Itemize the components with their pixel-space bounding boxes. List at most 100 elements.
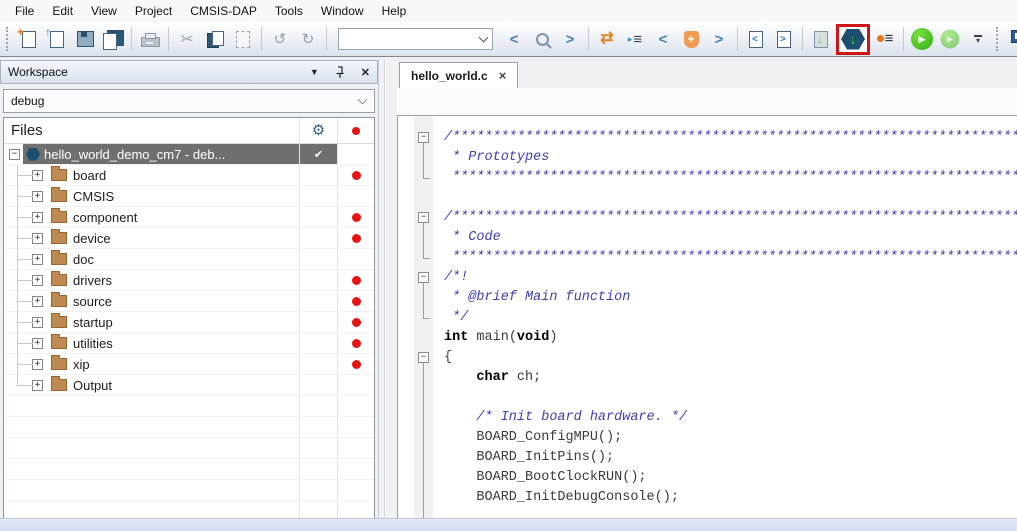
fold-collapse-box[interactable]: − <box>418 212 429 223</box>
download-and-debug-button[interactable]: ↓ <box>836 25 870 53</box>
menu-edit[interactable]: Edit <box>43 1 82 21</box>
fold-collapse-box[interactable]: − <box>418 272 429 283</box>
menu-window[interactable]: Window <box>312 1 373 21</box>
previous-document-icon: < <box>749 31 763 48</box>
fold-corner <box>423 318 430 319</box>
expand-box-icon[interactable]: + <box>32 275 43 286</box>
download-button[interactable]: ↓ <box>808 25 834 53</box>
panel-menu-button[interactable]: ▼ <box>310 67 319 77</box>
goto-function-button[interactable]: ▸ ≡ <box>622 25 648 53</box>
tree-row-main: +utilities <box>4 333 299 353</box>
fold-collapse-box[interactable]: − <box>418 132 429 143</box>
navigate-swap-button[interactable]: ⇄ <box>594 25 620 53</box>
next-document-button[interactable]: > <box>771 25 797 53</box>
options-column-header[interactable]: ⚙ <box>299 118 337 143</box>
expand-box-icon[interactable]: + <box>32 359 43 370</box>
folder-label: drivers <box>73 273 112 288</box>
tab-close-icon[interactable]: × <box>499 69 507 82</box>
tree-row-main: + drivers <box>4 270 299 290</box>
undo-button[interactable]: ↺ <box>267 25 293 53</box>
find-next-button[interactable]: > <box>557 25 583 53</box>
expand-box-icon[interactable]: + <box>32 191 43 202</box>
play-light-icon: ▶ <box>941 30 960 49</box>
tree-row-cmsis[interactable]: + CMSIS <box>4 186 374 207</box>
copy-button[interactable] <box>202 25 228 53</box>
previous-document-button[interactable]: < <box>743 25 769 53</box>
workspace-panel: Workspace ▼ ✕ debug Files ⚙ −he <box>0 60 378 531</box>
go-button[interactable]: ▶ <box>909 25 935 53</box>
tree-row-xip[interactable]: +xip <box>4 354 374 375</box>
browse-forward-button[interactable]: > <box>706 25 732 53</box>
folder-icon <box>51 211 67 223</box>
code-line: * @brief Main function <box>444 288 1017 308</box>
panel-splitter[interactable] <box>378 60 397 531</box>
tree-row-startup[interactable]: +startup <box>4 312 374 333</box>
tree-row-utilities[interactable]: +utilities <box>4 333 374 354</box>
menu-project[interactable]: Project <box>126 1 181 21</box>
chevron-down-icon[interactable] <box>479 33 489 43</box>
find-previous-button[interactable]: < <box>501 25 527 53</box>
chevron-right-icon: > <box>715 32 724 47</box>
expand-box-icon[interactable]: + <box>32 212 43 223</box>
expand-box-icon[interactable]: + <box>32 380 43 391</box>
tree-row-source[interactable]: +source <box>4 291 374 312</box>
fold-collapse-box[interactable]: − <box>418 352 429 363</box>
copy-icon <box>207 31 224 48</box>
menu-cmsis-dap[interactable]: CMSIS-DAP <box>181 1 266 21</box>
folder-label: CMSIS <box>73 189 114 204</box>
folder-icon <box>51 190 67 202</box>
play-icon: ▶ <box>911 28 933 50</box>
expand-box-icon[interactable]: + <box>32 233 43 244</box>
editor-tab-bar: hello_world.c × <box>397 60 1017 88</box>
tree-row-drivers[interactable]: + drivers <box>4 270 374 291</box>
toggle-bookmark-button[interactable]: + <box>678 25 704 53</box>
tree-row-output[interactable]: +Output <box>4 375 374 396</box>
make-build-button[interactable]: + <box>1006 25 1017 53</box>
breakpoints-button[interactable]: ≡ <box>872 25 898 53</box>
build-config-select[interactable]: debug <box>3 89 375 113</box>
menu-file[interactable]: File <box>6 1 43 21</box>
expand-box-icon[interactable]: + <box>32 170 43 181</box>
toolbar-overflow-button[interactable]: ▾ <box>965 25 991 53</box>
panel-close-button[interactable]: ✕ <box>361 66 370 79</box>
menu-view[interactable]: View <box>82 1 126 21</box>
code-editor[interactable]: /***************************************… <box>397 115 1017 531</box>
quick-search-box[interactable] <box>338 28 493 50</box>
debug-without-download-button[interactable]: ▶ <box>937 25 963 53</box>
tab-hello-world-c[interactable]: hello_world.c × <box>399 62 518 88</box>
selected-project-row[interactable]: hello_world_demo_cm7 - deb... <box>23 144 299 164</box>
tree-row-component[interactable]: +component <box>4 207 374 228</box>
menu-help[interactable]: Help <box>373 1 416 21</box>
fold-line <box>423 223 424 258</box>
new-document-button[interactable]: + <box>16 25 42 53</box>
browse-back-button[interactable]: < <box>650 25 676 53</box>
toolbar-grip[interactable] <box>996 27 1001 51</box>
tree-row-main: +device <box>4 228 299 248</box>
panel-pin-button[interactable] <box>335 66 345 79</box>
toolbar-grip[interactable] <box>6 27 11 51</box>
save-all-button[interactable] <box>100 25 126 53</box>
tree-row-device[interactable]: +device <box>4 228 374 249</box>
expand-box-icon[interactable]: + <box>32 296 43 307</box>
project-options-cell[interactable]: ✔ <box>299 144 337 164</box>
paste-button[interactable] <box>230 25 256 53</box>
expand-box-icon[interactable]: + <box>32 338 43 349</box>
tree-row-main: +xip <box>4 354 299 374</box>
status-column-header[interactable] <box>337 118 374 143</box>
open-document-button[interactable]: ↑ <box>44 25 70 53</box>
save-button[interactable] <box>72 25 98 53</box>
expand-box-icon[interactable]: + <box>32 317 43 328</box>
expand-box-icon[interactable]: + <box>32 254 43 265</box>
files-header-label: Files <box>4 118 299 143</box>
tree-row-project[interactable]: −hello_world_demo_cm7 - deb...✔ <box>4 144 374 165</box>
status-cell <box>337 480 374 500</box>
redo-button[interactable]: ↻ <box>295 25 321 53</box>
collapse-box-icon[interactable]: − <box>9 149 20 160</box>
tree-row-board[interactable]: +board <box>4 165 374 186</box>
cut-button[interactable]: ✂ <box>174 25 200 53</box>
status-cell <box>337 396 374 416</box>
tree-row-doc[interactable]: +doc <box>4 249 374 270</box>
find-button[interactable] <box>529 25 555 53</box>
print-button[interactable] <box>137 25 163 53</box>
menu-tools[interactable]: Tools <box>266 1 312 21</box>
